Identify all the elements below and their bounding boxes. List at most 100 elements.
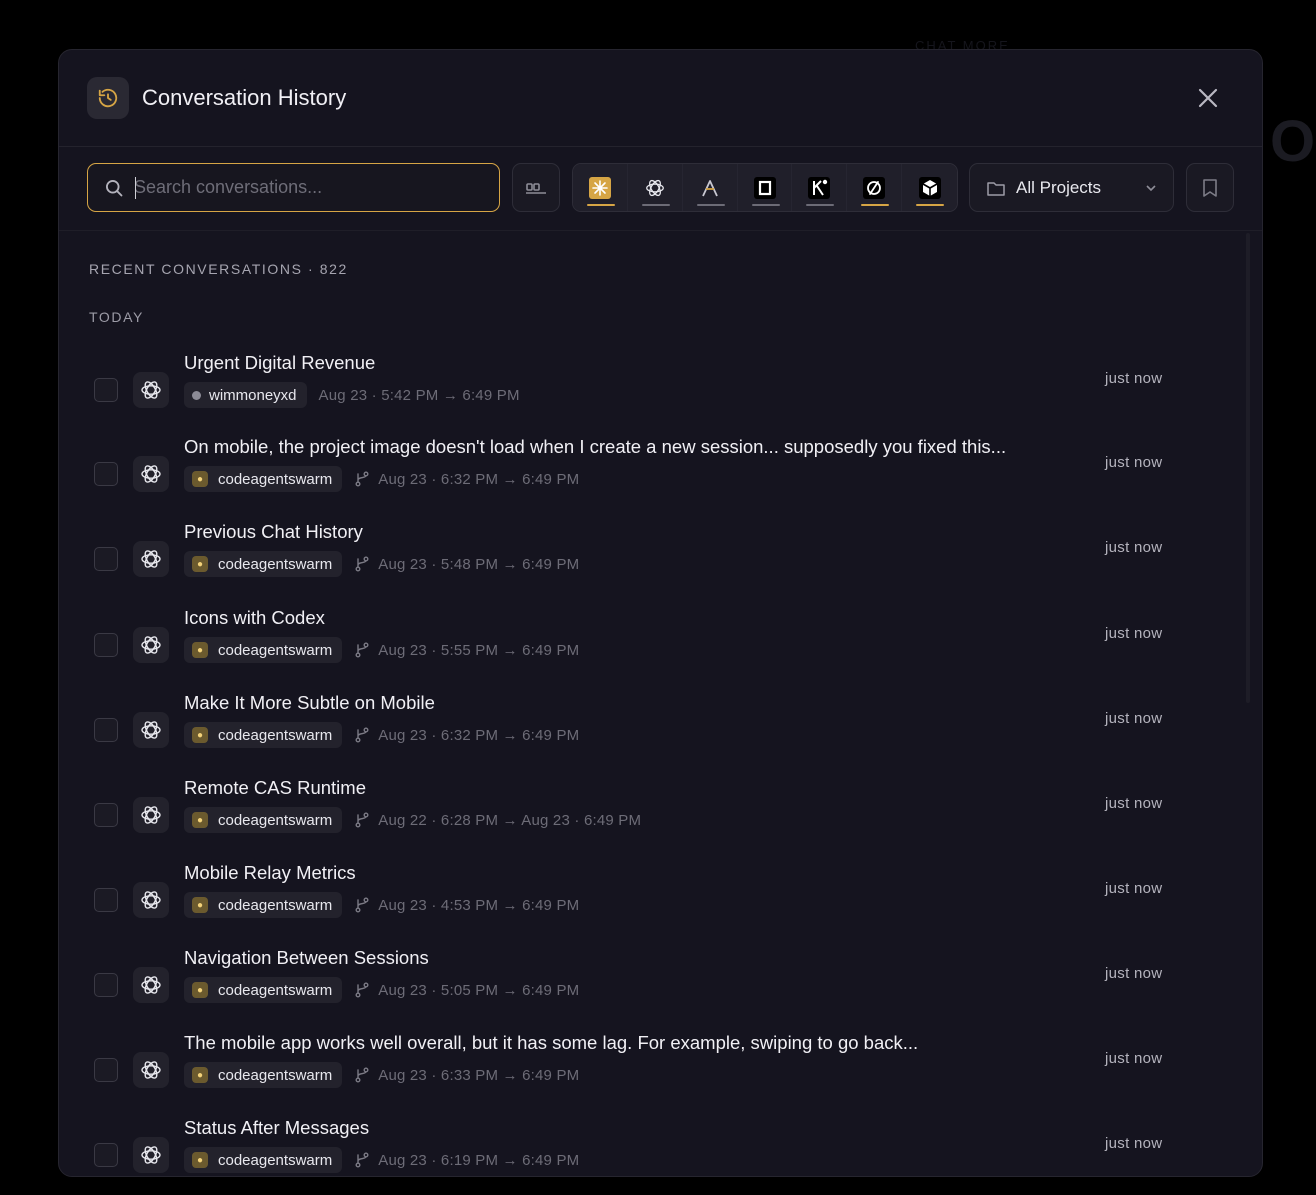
view-toggle-button[interactable] <box>512 163 560 212</box>
openai-icon <box>133 456 169 492</box>
project-tag[interactable]: ● codeagentswarm <box>184 977 343 1003</box>
provider-filter-group <box>572 163 958 212</box>
relative-time: just now <box>1105 625 1163 642</box>
openai-icon <box>133 1137 169 1173</box>
relative-time: just now <box>1105 370 1163 387</box>
row-select-checkbox[interactable] <box>94 803 118 827</box>
git-branch-icon <box>355 982 369 998</box>
project-avatar-icon: ● <box>192 727 208 743</box>
project-tag[interactable]: ● codeagentswarm <box>184 466 343 492</box>
conversation-row[interactable]: Icons with Codex ● codeagentswarm Aug 23 · … <box>59 607 1209 687</box>
project-tag[interactable]: ● codeagentswarm <box>184 551 343 577</box>
relative-time: just now <box>1105 880 1163 897</box>
openai-icon <box>133 882 169 918</box>
provider-opencode-filter[interactable] <box>737 164 793 211</box>
inactive-indicator <box>751 204 780 206</box>
conversation-row[interactable]: Navigation Between Sessions ● codeagentswa… <box>59 947 1209 1027</box>
conversation-meta: ● codeagentswarm Aug 23 · 6:19 PM → 6:49 P… <box>184 1147 579 1173</box>
project-tag[interactable]: ● codeagentswarm <box>184 1062 343 1088</box>
provider-amp-filter[interactable] <box>682 164 738 211</box>
conversation-meta: ● codeagentswarm Aug 23 · 6:32 PM → 6:49 P… <box>184 466 579 492</box>
provider-cursor-filter[interactable] <box>847 164 903 211</box>
git-branch-icon <box>355 556 369 572</box>
inactive-indicator <box>696 204 725 206</box>
project-name: codeagentswarm <box>218 981 333 999</box>
openai-icon <box>133 797 169 833</box>
row-select-checkbox[interactable] <box>94 1143 118 1167</box>
row-select-checkbox[interactable] <box>94 718 118 742</box>
scrollbar[interactable] <box>1246 233 1250 703</box>
conversation-meta: ● codeagentswarm Aug 23 · 6:32 PM → 6:49 P… <box>184 722 579 748</box>
project-name: codeagentswarm <box>218 1066 333 1084</box>
provider-openai-filter[interactable] <box>627 164 683 211</box>
search-icon <box>106 179 123 196</box>
project-tag[interactable]: wimmoneyxd <box>184 382 307 408</box>
project-avatar-icon: ● <box>192 812 208 828</box>
project-avatar-icon: ● <box>192 642 208 658</box>
bookmark-button[interactable] <box>1186 163 1234 212</box>
project-tag[interactable]: ● codeagentswarm <box>184 807 343 833</box>
row-select-checkbox[interactable] <box>94 973 118 997</box>
openai-icon <box>133 372 169 408</box>
project-name: wimmoneyxd <box>209 386 297 404</box>
folder-icon <box>987 181 1005 196</box>
git-branch-icon <box>355 727 369 743</box>
project-name: codeagentswarm <box>218 811 333 829</box>
row-select-checkbox[interactable] <box>94 633 118 657</box>
day-group-label: TODAY <box>89 309 144 325</box>
project-tag[interactable]: ● codeagentswarm <box>184 1147 343 1173</box>
row-select-checkbox[interactable] <box>94 1058 118 1082</box>
conversation-title: Previous Chat History <box>184 521 363 542</box>
search-input[interactable] <box>134 177 474 198</box>
conversation-row[interactable]: Remote CAS Runtime ● codeagentswarm Aug 22 … <box>59 777 1209 857</box>
text-caret <box>135 177 136 199</box>
conversation-row[interactable]: Urgent Digital Revenue wimmoneyxd Aug 23 ·… <box>59 352 1209 432</box>
openai-icon <box>133 1052 169 1088</box>
close-icon <box>1198 88 1218 108</box>
openai-icon <box>644 177 666 199</box>
row-select-checkbox[interactable] <box>94 462 118 486</box>
conversation-meta: ● codeagentswarm Aug 23 · 6:33 PM → 6:49 P… <box>184 1062 579 1088</box>
conversation-title: On mobile, the project image doesn't loa… <box>184 436 1007 457</box>
project-avatar-icon: ● <box>192 1152 208 1168</box>
project-avatar-icon: ● <box>192 897 208 913</box>
project-dot-icon <box>192 390 201 400</box>
provider-claude-filter[interactable] <box>573 164 628 211</box>
modal-title: Conversation History <box>142 85 347 110</box>
openai-icon <box>133 541 169 577</box>
active-indicator <box>861 204 890 206</box>
conversation-title: Make It More Subtle on Mobile <box>184 692 435 713</box>
project-tag[interactable]: ● codeagentswarm <box>184 722 343 748</box>
conversation-row[interactable]: Previous Chat History ● codeagentswarm Aug … <box>59 521 1209 601</box>
conversation-row[interactable]: Status After Messages ● codeagentswarm Aug … <box>59 1117 1209 1176</box>
row-select-checkbox[interactable] <box>94 547 118 571</box>
conversation-row[interactable]: On mobile, the project image doesn't loa… <box>59 436 1209 516</box>
project-tag[interactable]: ● codeagentswarm <box>184 637 343 663</box>
relative-time: just now <box>1105 1135 1163 1152</box>
git-branch-icon <box>355 642 369 658</box>
openai-icon <box>133 967 169 1003</box>
project-name: codeagentswarm <box>218 555 333 573</box>
project-avatar-icon: ● <box>192 1067 208 1083</box>
project-avatar-icon: ● <box>192 556 208 572</box>
provider-sourcegraph-filter[interactable] <box>902 164 957 211</box>
conversation-row[interactable]: Mobile Relay Metrics ● codeagentswarm Aug 2… <box>59 862 1209 942</box>
project-avatar-icon: ● <box>192 471 208 487</box>
row-select-checkbox[interactable] <box>94 888 118 912</box>
history-icon <box>87 77 129 119</box>
relative-time: just now <box>1105 1050 1163 1067</box>
relative-time: just now <box>1105 965 1163 982</box>
relative-time: just now <box>1105 795 1163 812</box>
row-select-checkbox[interactable] <box>94 378 118 402</box>
conversation-row[interactable]: The mobile app works well overall, but i… <box>59 1032 1209 1112</box>
project-tag[interactable]: ● codeagentswarm <box>184 892 343 918</box>
search-box[interactable] <box>87 163 500 212</box>
project-name: codeagentswarm <box>218 1151 333 1169</box>
conversation-row[interactable]: Make It More Subtle on Mobile ● codeagents… <box>59 692 1209 772</box>
time-range: Aug 23 · 5:55 PM → 6:49 PM <box>378 641 580 659</box>
time-range: Aug 23 · 6:19 PM → 6:49 PM <box>378 1151 580 1169</box>
project-select[interactable]: All Projects <box>969 163 1174 212</box>
active-indicator <box>916 204 945 206</box>
provider-kimi-filter[interactable] <box>792 164 848 211</box>
close-button[interactable] <box>1194 84 1222 112</box>
